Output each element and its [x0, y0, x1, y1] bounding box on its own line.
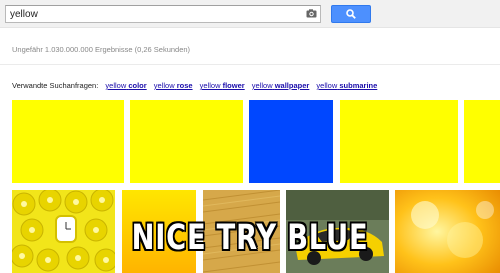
meme-caption: NICE TRY BLUE	[131, 218, 369, 258]
search-button[interactable]	[331, 5, 371, 23]
divider	[0, 64, 500, 65]
related-link-rose[interactable]: yellow rose	[154, 81, 193, 90]
image-result-swatch-5[interactable]	[464, 100, 500, 183]
related-link-wallpaper[interactable]: yellow wallpaper	[252, 81, 310, 90]
magnifier-icon	[346, 9, 356, 19]
top-bar	[0, 0, 500, 28]
image-result-swatch-4[interactable]	[340, 100, 458, 183]
camera-icon[interactable]	[306, 9, 317, 18]
related-link-submarine[interactable]: yellow submarine	[316, 81, 377, 90]
related-link-color[interactable]: yellow color	[105, 81, 146, 90]
related-searches-label: Verwandte Suchanfragen:	[12, 81, 99, 90]
image-result-swatch-2[interactable]	[130, 100, 243, 183]
search-input[interactable]	[10, 6, 290, 22]
image-result-swatch-1[interactable]	[12, 100, 124, 183]
result-stats: Ungefähr 1.030.000.000 Ergebnisse (0,26 …	[12, 45, 191, 54]
related-searches: Verwandte Suchanfragen: yellow color yel…	[12, 81, 377, 90]
related-link-flower[interactable]: yellow flower	[200, 81, 245, 90]
image-result-swatch-3[interactable]	[249, 100, 333, 183]
search-box[interactable]	[5, 5, 321, 23]
